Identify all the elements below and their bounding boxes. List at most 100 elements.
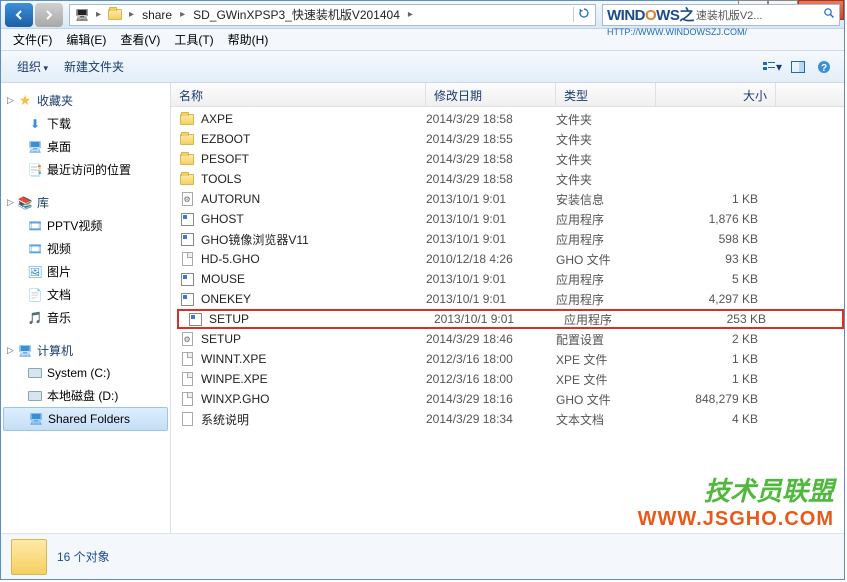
file-size: 4 KB: [656, 412, 776, 426]
folder-icon: [107, 7, 123, 23]
sidebar-item[interactable]: 🎞视频: [1, 237, 170, 260]
sidebar-item[interactable]: 📑最近访问的位置: [1, 158, 170, 181]
sidebar-item[interactable]: ⬇下载: [1, 112, 170, 135]
preview-pane-button[interactable]: [786, 56, 810, 78]
statusbar: 16 个对象: [1, 533, 844, 579]
search-box[interactable]: WINDOWS之 速装机版V2... HTTP://WWW.WINDOWSZJ.…: [602, 4, 840, 26]
sidebar-item-label: PPTV视频: [47, 217, 102, 234]
menu-view[interactable]: 查看(V): [114, 29, 166, 50]
file-type: 应用程序: [564, 311, 664, 328]
search-url-label: HTTP://WWW.WINDOWSZJ.COM/: [607, 27, 747, 37]
file-row[interactable]: PESOFT2014/3/29 18:58文件夹: [171, 149, 844, 169]
sidebar-item[interactable]: 🖥Shared Folders: [3, 407, 168, 431]
folder-large-icon: [11, 539, 47, 575]
file-icon: [179, 251, 195, 267]
menu-file[interactable]: 文件(F): [7, 29, 58, 50]
sidebar-item-label: 下载: [47, 115, 71, 132]
document-icon: 📄: [27, 287, 43, 303]
recent-icon: 📑: [27, 162, 43, 178]
file-row[interactable]: 系统说明2014/3/29 18:34文本文档4 KB: [171, 409, 844, 429]
sidebar-group: ▷📚库🎞PPTV视频🎞视频🖼图片📄文档🎵音乐: [1, 191, 170, 329]
file-icon: [179, 371, 195, 387]
column-type[interactable]: 类型: [556, 83, 656, 106]
library-icon: 📚: [17, 195, 33, 211]
sidebar-group-header[interactable]: ▷📚库: [1, 191, 170, 214]
file-size: 1 KB: [656, 352, 776, 366]
file-icon: [179, 391, 195, 407]
file-type: XPE 文件: [556, 371, 656, 388]
sidebar-item[interactable]: 🖼图片: [1, 260, 170, 283]
file-size: 1,876 KB: [656, 212, 776, 226]
breadcrumb-sep-icon[interactable]: ▸: [176, 9, 189, 20]
file-row[interactable]: GHO镜像浏览器V112013/10/1 9:01应用程序598 KB: [171, 229, 844, 249]
breadcrumb-segment[interactable]: SD_GWinXPSP3_快速装机版V201404: [189, 6, 404, 23]
sidebar-group-header[interactable]: ▷★收藏夹: [1, 89, 170, 112]
breadcrumb-bar[interactable]: 🖥 ▸ ▸ share ▸ SD_GWinXPSP3_快速装机版V201404 …: [69, 4, 596, 26]
file-row[interactable]: ONEKEY2013/10/1 9:01应用程序4,297 KB: [171, 289, 844, 309]
file-name: EZBOOT: [201, 132, 426, 146]
sidebar-item-label: System (C:): [47, 366, 110, 380]
file-row[interactable]: WINPE.XPE2012/3/16 18:00XPE 文件1 KB: [171, 369, 844, 389]
sidebar-item[interactable]: 🎞PPTV视频: [1, 214, 170, 237]
sidebar-item[interactable]: 🎵音乐: [1, 306, 170, 329]
file-date: 2014/3/29 18:16: [426, 392, 556, 406]
computer-icon: 🖥: [74, 7, 90, 23]
column-name[interactable]: 名称: [171, 83, 426, 106]
search-placeholder-suffix: 速装机版V2...: [696, 7, 763, 23]
file-type: 应用程序: [556, 291, 656, 308]
sidebar-item[interactable]: 📄文档: [1, 283, 170, 306]
file-type: GHO 文件: [556, 391, 656, 408]
drive-icon: [27, 365, 43, 381]
file-date: 2014/3/29 18:58: [426, 112, 556, 126]
video-icon: 🎞: [27, 218, 43, 234]
file-row[interactable]: WINXP.GHO2014/3/29 18:16GHO 文件848,279 KB: [171, 389, 844, 409]
sidebar-item[interactable]: 🖥桌面: [1, 135, 170, 158]
sidebar-item[interactable]: 本地磁盘 (D:): [1, 384, 170, 407]
organize-button[interactable]: 组织: [9, 54, 56, 79]
file-row[interactable]: EZBOOT2014/3/29 18:55文件夹: [171, 129, 844, 149]
breadcrumb-sep-icon[interactable]: ▸: [404, 9, 417, 20]
file-row[interactable]: GHOST2013/10/1 9:01应用程序1,876 KB: [171, 209, 844, 229]
search-icon[interactable]: [823, 7, 835, 22]
file-size: 1 KB: [656, 372, 776, 386]
file-name: TOOLS: [201, 172, 426, 186]
file-row[interactable]: SETUP2013/10/1 9:01应用程序253 KB: [177, 309, 844, 329]
new-folder-button[interactable]: 新建文件夹: [56, 54, 132, 79]
column-size[interactable]: 大小: [656, 83, 776, 106]
breadcrumb-sep-icon[interactable]: ▸: [125, 9, 138, 20]
file-rows: AXPE2014/3/29 18:58文件夹EZBOOT2014/3/29 18…: [171, 107, 844, 431]
breadcrumb-segment[interactable]: share: [138, 8, 176, 22]
back-button[interactable]: [5, 3, 33, 27]
file-row[interactable]: MOUSE2013/10/1 9:01应用程序5 KB: [171, 269, 844, 289]
help-button[interactable]: ?: [812, 56, 836, 78]
file-row[interactable]: SETUP2014/3/29 18:46配置设置2 KB: [171, 329, 844, 349]
menu-edit[interactable]: 编辑(E): [60, 29, 112, 50]
file-type: 应用程序: [556, 211, 656, 228]
file-size: 253 KB: [664, 312, 784, 326]
toolbar: 组织 新建文件夹 ▾ ?: [1, 51, 844, 83]
file-row[interactable]: WINNT.XPE2012/3/16 18:00XPE 文件1 KB: [171, 349, 844, 369]
file-name: ONEKEY: [201, 292, 426, 306]
column-date[interactable]: 修改日期: [426, 83, 556, 106]
breadcrumb-sep-icon[interactable]: ▸: [92, 9, 105, 20]
sidebar-item-label: 文档: [47, 286, 71, 303]
file-row[interactable]: TOOLS2014/3/29 18:58文件夹: [171, 169, 844, 189]
sidebar-group-header[interactable]: ▷🖥计算机: [1, 339, 170, 362]
file-date: 2010/12/18 4:26: [426, 252, 556, 266]
sidebar-item-label: 音乐: [47, 309, 71, 326]
menu-tools[interactable]: 工具(T): [168, 29, 219, 50]
file-type: XPE 文件: [556, 351, 656, 368]
file-size: 598 KB: [656, 232, 776, 246]
file-size: 5 KB: [656, 272, 776, 286]
file-date: 2013/10/1 9:01: [426, 232, 556, 246]
file-name: PESOFT: [201, 152, 426, 166]
file-row[interactable]: AUTORUN2013/10/1 9:01安装信息1 KB: [171, 189, 844, 209]
refresh-button[interactable]: [573, 7, 593, 22]
file-row[interactable]: HD-5.GHO2010/12/18 4:26GHO 文件93 KB: [171, 249, 844, 269]
sidebar-item[interactable]: System (C:): [1, 362, 170, 384]
sidebar: ▷★收藏夹⬇下载🖥桌面📑最近访问的位置▷📚库🎞PPTV视频🎞视频🖼图片📄文档🎵音…: [1, 83, 171, 533]
view-options-button[interactable]: ▾: [760, 56, 784, 78]
menu-help[interactable]: 帮助(H): [222, 29, 275, 50]
file-row[interactable]: AXPE2014/3/29 18:58文件夹: [171, 109, 844, 129]
forward-button[interactable]: [35, 3, 63, 27]
